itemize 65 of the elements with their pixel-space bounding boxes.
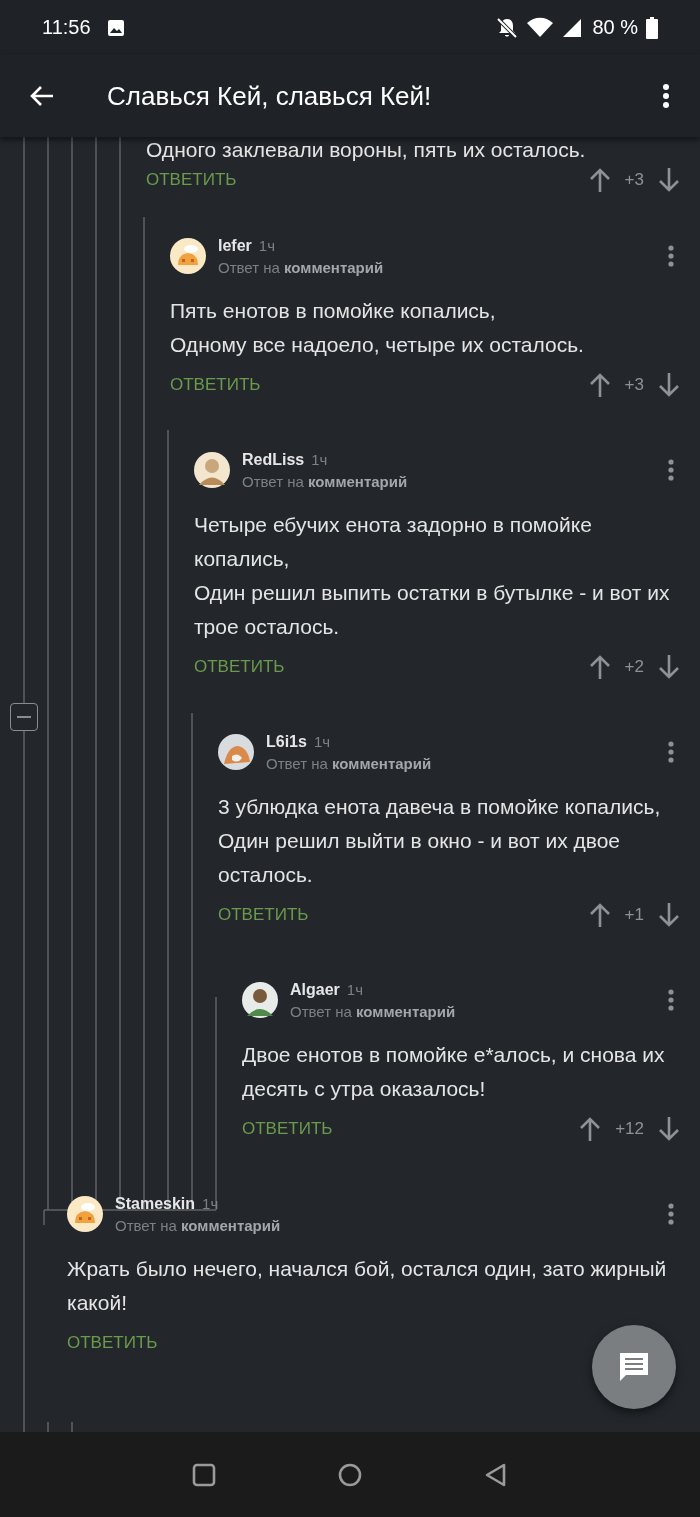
user-avatar[interactable] bbox=[218, 734, 254, 770]
author-name[interactable]: Iefer bbox=[218, 236, 252, 255]
user-avatar[interactable] bbox=[194, 452, 230, 488]
downvote-button[interactable] bbox=[658, 1116, 680, 1142]
author-name[interactable]: Stameskin bbox=[115, 1194, 196, 1213]
vote-score: +3 bbox=[624, 170, 644, 190]
downvote-button[interactable] bbox=[658, 902, 680, 928]
user-avatar[interactable] bbox=[67, 1196, 103, 1232]
vote-score: +12 bbox=[615, 1119, 644, 1139]
image-icon bbox=[106, 18, 125, 37]
more-menu-icon[interactable] bbox=[660, 82, 672, 110]
reply-link[interactable]: ОТВЕТИТЬ bbox=[242, 1119, 333, 1139]
bell-off-icon bbox=[496, 16, 519, 39]
user-avatar[interactable] bbox=[242, 982, 278, 1018]
author-name[interactable]: RedLiss bbox=[242, 450, 305, 469]
comment-time: 1ч bbox=[202, 1194, 219, 1212]
battery-icon bbox=[646, 16, 658, 39]
reply-to-text: Ответ на комментарий bbox=[290, 1002, 456, 1020]
downvote-button[interactable] bbox=[658, 372, 680, 398]
reply-to-text: Ответ на комментарий bbox=[218, 258, 384, 276]
recents-button[interactable] bbox=[191, 1461, 217, 1488]
comment-text: 3 ублюдка енота давеча в помойке копались, Один решил выйти в окно - и вот их двое осталось. bbox=[218, 794, 662, 888]
user-avatar[interactable] bbox=[170, 238, 206, 274]
comment-icon bbox=[617, 1350, 651, 1384]
wifi-icon bbox=[526, 16, 555, 39]
vote-score: +3 bbox=[624, 375, 644, 395]
reply-link[interactable]: ОТВЕТИТЬ bbox=[218, 905, 309, 925]
comment-time: 1ч bbox=[258, 236, 275, 254]
reply-link[interactable]: ОТВЕТИТЬ bbox=[146, 170, 237, 190]
collapse-button[interactable] bbox=[10, 703, 38, 731]
reply-link[interactable]: ОТВЕТИТЬ bbox=[194, 657, 285, 677]
more-icon[interactable] bbox=[667, 989, 675, 1011]
reply-link[interactable]: ОТВЕТИТЬ bbox=[170, 375, 261, 395]
author-name[interactable]: L6i1s bbox=[266, 732, 307, 751]
reply-link[interactable]: ОТВЕТИТЬ bbox=[67, 1333, 158, 1353]
vote-score: +2 bbox=[624, 657, 644, 677]
more-icon[interactable] bbox=[667, 741, 675, 763]
vote-score: +1 bbox=[624, 905, 644, 925]
more-icon[interactable] bbox=[667, 245, 675, 267]
reply-to-text: Ответ на комментарий bbox=[266, 754, 432, 772]
upvote-button[interactable] bbox=[588, 902, 611, 928]
page-title: Славься Кей, славься Кей! bbox=[107, 80, 433, 112]
upvote-button[interactable] bbox=[588, 654, 611, 680]
comment-text: Пять енотов в помойке копались, Одному все надоело, четыре их осталось. bbox=[170, 298, 585, 358]
upvote-button[interactable] bbox=[588, 372, 611, 398]
author-name[interactable]: Algaer bbox=[290, 980, 340, 999]
upvote-button[interactable] bbox=[579, 1116, 602, 1142]
reply-to-text: Ответ на комментарий bbox=[242, 472, 408, 490]
comment-time: 1ч bbox=[313, 732, 331, 750]
battery-level: 80 % bbox=[592, 16, 638, 39]
comment-time: 1ч bbox=[311, 450, 328, 468]
comment-text: Одного заклевали вороны, пять их осталось. bbox=[146, 137, 587, 163]
downvote-button[interactable] bbox=[658, 167, 680, 193]
reply-to-text: Ответ на комментарий bbox=[115, 1216, 281, 1234]
downvote-button[interactable] bbox=[658, 654, 680, 680]
comment-text: Четыре ебучих енота задорно в помойке копались, Один решил выпить остатки в бутылке - и вот их трое осталось. bbox=[194, 512, 671, 640]
home-button[interactable] bbox=[337, 1461, 363, 1488]
status-time: 11:56 bbox=[42, 16, 91, 39]
signal-icon bbox=[562, 17, 583, 38]
comment-text: Жрать было нечего, начался бой, остался один, зато жирный какой! bbox=[67, 1256, 668, 1316]
more-icon[interactable] bbox=[667, 1203, 675, 1225]
comment-time: 1ч bbox=[346, 980, 363, 998]
upvote-button[interactable] bbox=[588, 167, 611, 193]
more-icon[interactable] bbox=[667, 459, 675, 481]
comment-text: Двое енотов в помойке е*алось, и снова их десять с утра оказалось! bbox=[242, 1042, 666, 1102]
